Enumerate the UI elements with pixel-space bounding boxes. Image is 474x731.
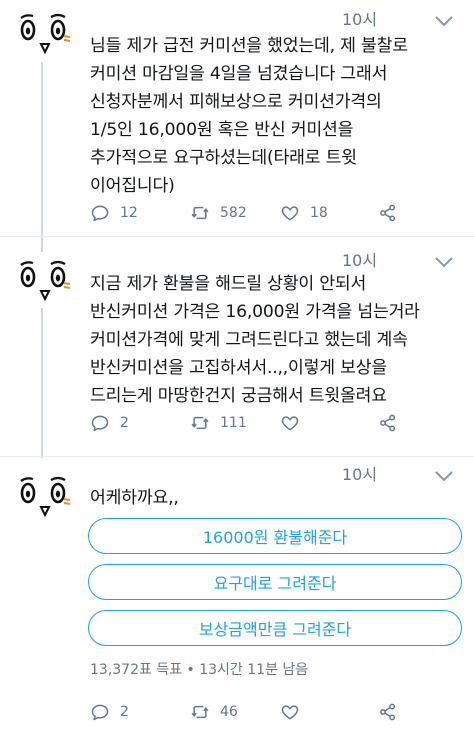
share-icon [378,702,398,722]
like-button[interactable] [280,700,310,724]
chevron-down-icon[interactable] [433,255,455,269]
retweet-button[interactable]: 46 [190,700,238,724]
share-button[interactable] [378,201,398,225]
retweet-icon [190,413,210,433]
reply-button[interactable]: 2 [90,411,129,435]
like-icon [280,702,300,722]
poll-meta: 13,372표 득표 • 13시간 11분 남음 [90,662,309,678]
reply-button[interactable]: 2 [90,700,129,724]
avatar[interactable] [14,475,72,519]
tweet-text: 지금 제가 환불을 해드릴 상황이 안되서 반신커미션 가격은 16,000원 … [90,274,420,406]
retweet-button[interactable]: 111 [190,411,247,435]
share-icon [378,203,398,223]
reply-count: 12 [120,205,138,221]
reply-icon [90,413,110,433]
reply-icon [90,702,110,722]
timestamp[interactable]: 10시 [342,247,377,271]
chevron-down-icon[interactable] [433,469,455,483]
retweet-button[interactable]: 582 [190,201,247,225]
like-button[interactable]: 18 [280,201,328,225]
retweet-count: 582 [220,205,247,221]
tweet-1[interactable]: 10시 님들 제가 급전 커미션을 했었는데, 제 불찰로 커미션 마감일을 4… [0,0,474,236]
share-button[interactable] [378,700,398,724]
reply-count: 2 [120,415,129,431]
reply-button[interactable]: 12 [90,201,138,225]
like-button[interactable] [280,411,310,435]
reply-icon [90,203,110,223]
like-icon [280,203,300,223]
poll-option-3[interactable]: 보상금액만큼 그려준다 [88,610,462,646]
tweet-3[interactable]: 10시 어케하까요,, 16000원 환불해준다 요구대로 그려준다 보상금액만… [0,457,474,731]
avatar[interactable] [14,12,72,56]
chevron-down-icon[interactable] [433,14,455,28]
retweet-icon [190,203,210,223]
timestamp[interactable]: 10시 [342,461,377,485]
reply-count: 2 [120,704,129,720]
tweet-actions: 2 111 [90,411,420,435]
timestamp[interactable]: 10시 [342,6,377,30]
share-button[interactable] [378,411,398,435]
avatar[interactable] [14,259,72,303]
tweet-actions: 2 46 [90,700,420,724]
tweet-text: 어케하까요,, [90,488,179,508]
tweet-2[interactable]: 10시 지금 제가 환불을 해드릴 상황이 안되서 반신커미션 가격은 16,0… [0,237,474,456]
retweet-count: 111 [220,415,247,431]
poll-option-1[interactable]: 16000원 환불해준다 [88,518,462,554]
retweet-count: 46 [220,704,238,720]
poll-option-2[interactable]: 요구대로 그려준다 [88,564,462,600]
like-count: 18 [310,205,328,221]
tweet-actions: 12 582 18 [90,201,420,225]
like-icon [280,413,300,433]
tweet-text: 님들 제가 급전 커미션을 했었는데, 제 불찰로 커미션 마감일을 4일을 넘… [90,36,408,196]
retweet-icon [190,702,210,722]
share-icon [378,413,398,433]
